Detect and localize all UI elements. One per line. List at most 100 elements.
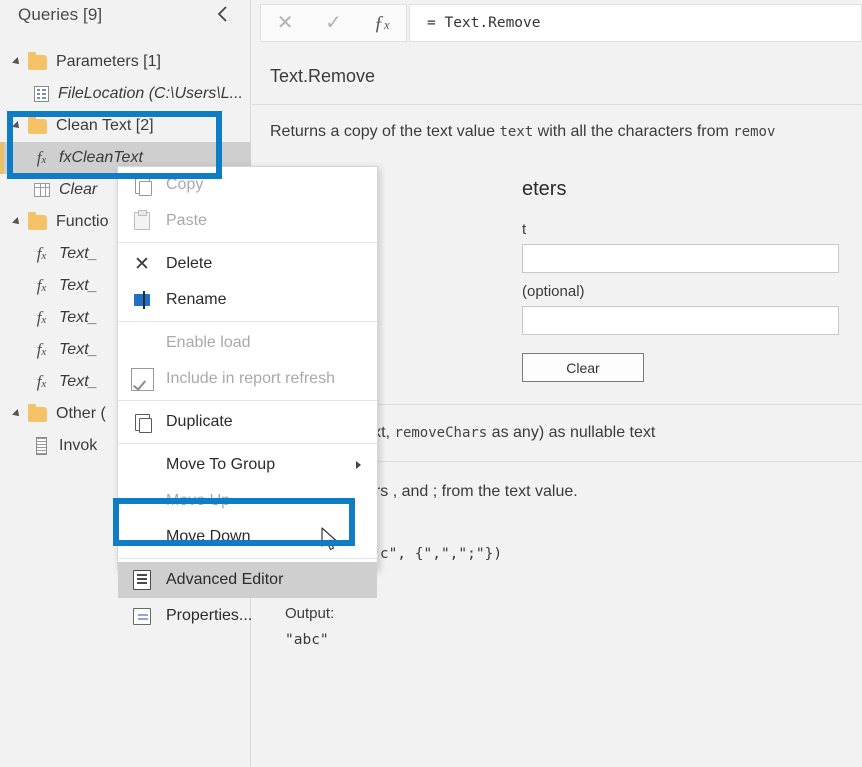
delete-x-icon: ✕ xyxy=(134,253,150,275)
menu-item-label: Move Down xyxy=(166,528,251,545)
menu-item-label: Delete xyxy=(166,255,213,272)
menu-item-move-up[interactable]: Move Up xyxy=(118,483,377,519)
expand-arrow-icon[interactable] xyxy=(14,409,24,419)
checkbox-checked-icon[interactable] xyxy=(128,367,156,391)
tree-item-label: Text_ xyxy=(59,341,98,358)
paste-icon xyxy=(128,210,156,232)
app-root: Queries [9] Parameters [1] FileLocation … xyxy=(0,0,862,767)
folder-icon xyxy=(28,115,47,134)
blank-icon xyxy=(128,332,156,354)
tree-item-label: Text_ xyxy=(59,309,98,326)
tree-item-filelocation[interactable]: FileLocation (C:\Users\L... xyxy=(0,78,251,110)
menu-separator xyxy=(118,321,377,322)
menu-item-move-to-group[interactable]: Move To Group xyxy=(118,447,377,483)
checkmark-icon[interactable]: ✓ xyxy=(309,13,357,33)
table-icon xyxy=(34,183,50,197)
menu-item-label: Move Up xyxy=(166,492,231,509)
list-icon xyxy=(36,437,47,455)
parameter-2-input[interactable] xyxy=(522,306,839,335)
queries-header: Queries [9] xyxy=(0,0,251,30)
clear-button[interactable]: Clear xyxy=(522,353,644,382)
menu-separator xyxy=(118,443,377,444)
fx-icon: fx xyxy=(36,372,47,391)
formula-bar: ✕ ✓ ƒx = Text.Remove xyxy=(260,4,862,42)
queries-pane-title: Queries [9] xyxy=(18,5,103,24)
menu-item-label: Properties... xyxy=(166,607,253,624)
context-menu: Copy Paste ✕ Delete Rename Enable load I… xyxy=(117,166,378,625)
copy-icon xyxy=(128,174,156,196)
menu-item-properties[interactable]: Properties... xyxy=(118,598,377,634)
function-description: Returns a copy of the text value text wi… xyxy=(270,123,775,141)
description-mono-text: text xyxy=(499,124,534,140)
menu-item-copy[interactable]: Copy xyxy=(118,167,377,203)
expand-arrow-icon[interactable] xyxy=(14,121,24,131)
description-text-part-2: with all the characters from xyxy=(533,123,734,140)
chevron-right-icon xyxy=(356,461,361,469)
menu-item-duplicate[interactable]: Duplicate xyxy=(118,404,377,440)
menu-item-enable-load[interactable]: Enable load xyxy=(118,325,377,361)
tree-item-label: Other ( xyxy=(56,405,106,422)
blank-icon xyxy=(128,490,156,512)
menu-item-rename[interactable]: Rename xyxy=(118,282,377,318)
tree-item-label: Clean Text [2] xyxy=(56,117,154,134)
tree-item-label: fxCleanText xyxy=(59,149,143,166)
folder-icon xyxy=(28,403,47,422)
rename-icon xyxy=(128,289,156,311)
menu-item-label: Advanced Editor xyxy=(166,571,284,588)
function-title: Text.Remove xyxy=(270,66,376,86)
fx-icon: fx xyxy=(36,276,47,295)
formula-input[interactable]: = Text.Remove xyxy=(409,4,862,42)
blank-icon xyxy=(128,454,156,476)
menu-item-label: Move To Group xyxy=(166,456,276,473)
fx-icon: fx xyxy=(36,340,47,359)
menu-item-label: Paste xyxy=(166,212,207,229)
menu-item-advanced-editor[interactable]: Advanced Editor xyxy=(118,562,377,598)
folder-icon xyxy=(28,211,47,230)
parameter-1-label: t xyxy=(522,221,527,238)
tree-item-label: Functio xyxy=(56,213,109,230)
menu-separator xyxy=(118,558,377,559)
menu-separator xyxy=(118,400,377,401)
tree-item-label: Text_ xyxy=(59,245,98,262)
fx-icon[interactable]: ƒx xyxy=(358,13,406,33)
tree-item-label: Text_ xyxy=(59,373,98,390)
menu-item-label: Duplicate xyxy=(166,413,233,430)
tree-item-label: Text_ xyxy=(59,277,98,294)
menu-item-delete[interactable]: ✕ Delete xyxy=(118,246,377,282)
menu-item-include-in-report-refresh[interactable]: Include in report refresh xyxy=(118,361,377,397)
folder-icon xyxy=(28,51,47,70)
expand-arrow-icon[interactable] xyxy=(14,57,24,67)
menu-item-label: Rename xyxy=(166,291,227,308)
enter-parameters-title: eters xyxy=(522,178,567,200)
chevron-left-icon[interactable] xyxy=(213,4,233,24)
tree-group-parameters[interactable]: Parameters [1] xyxy=(0,46,251,78)
advanced-editor-icon xyxy=(128,569,156,591)
mouse-cursor xyxy=(321,527,339,553)
formula-bar-buttons: ✕ ✓ ƒx xyxy=(260,4,407,42)
tree-group-clean-text[interactable]: Clean Text [2] xyxy=(0,110,251,142)
menu-item-label: Include in report refresh xyxy=(166,370,335,387)
description-text-part-1: Returns a copy of the text value xyxy=(270,123,500,140)
tree-item-label: Invok xyxy=(59,437,98,454)
fx-icon: fx xyxy=(36,308,47,327)
parameter-2-label: (optional) xyxy=(522,283,585,300)
expand-arrow-icon[interactable] xyxy=(14,217,24,227)
tree-item-label: FileLocation (C:\Users\L... xyxy=(58,85,243,102)
properties-icon xyxy=(128,605,156,627)
tree-item-label: Clear xyxy=(59,181,98,198)
output-value: "abc" xyxy=(285,632,329,648)
tree-item-label: Parameters [1] xyxy=(56,53,161,70)
description-mono-removechars: remov xyxy=(733,124,776,140)
duplicate-icon xyxy=(128,411,156,433)
divider xyxy=(252,104,862,105)
menu-item-label: Copy xyxy=(166,176,204,193)
menu-item-label: Enable load xyxy=(166,334,251,351)
fx-icon: fx xyxy=(36,244,47,263)
fx-icon: fx xyxy=(36,148,47,167)
menu-separator xyxy=(118,242,377,243)
signature-part-2: as any) as nullable text xyxy=(487,424,656,441)
parameter-icon xyxy=(34,86,49,102)
menu-item-paste[interactable]: Paste xyxy=(118,203,377,239)
close-x-icon[interactable]: ✕ xyxy=(261,13,309,33)
parameter-1-input[interactable] xyxy=(522,244,839,273)
